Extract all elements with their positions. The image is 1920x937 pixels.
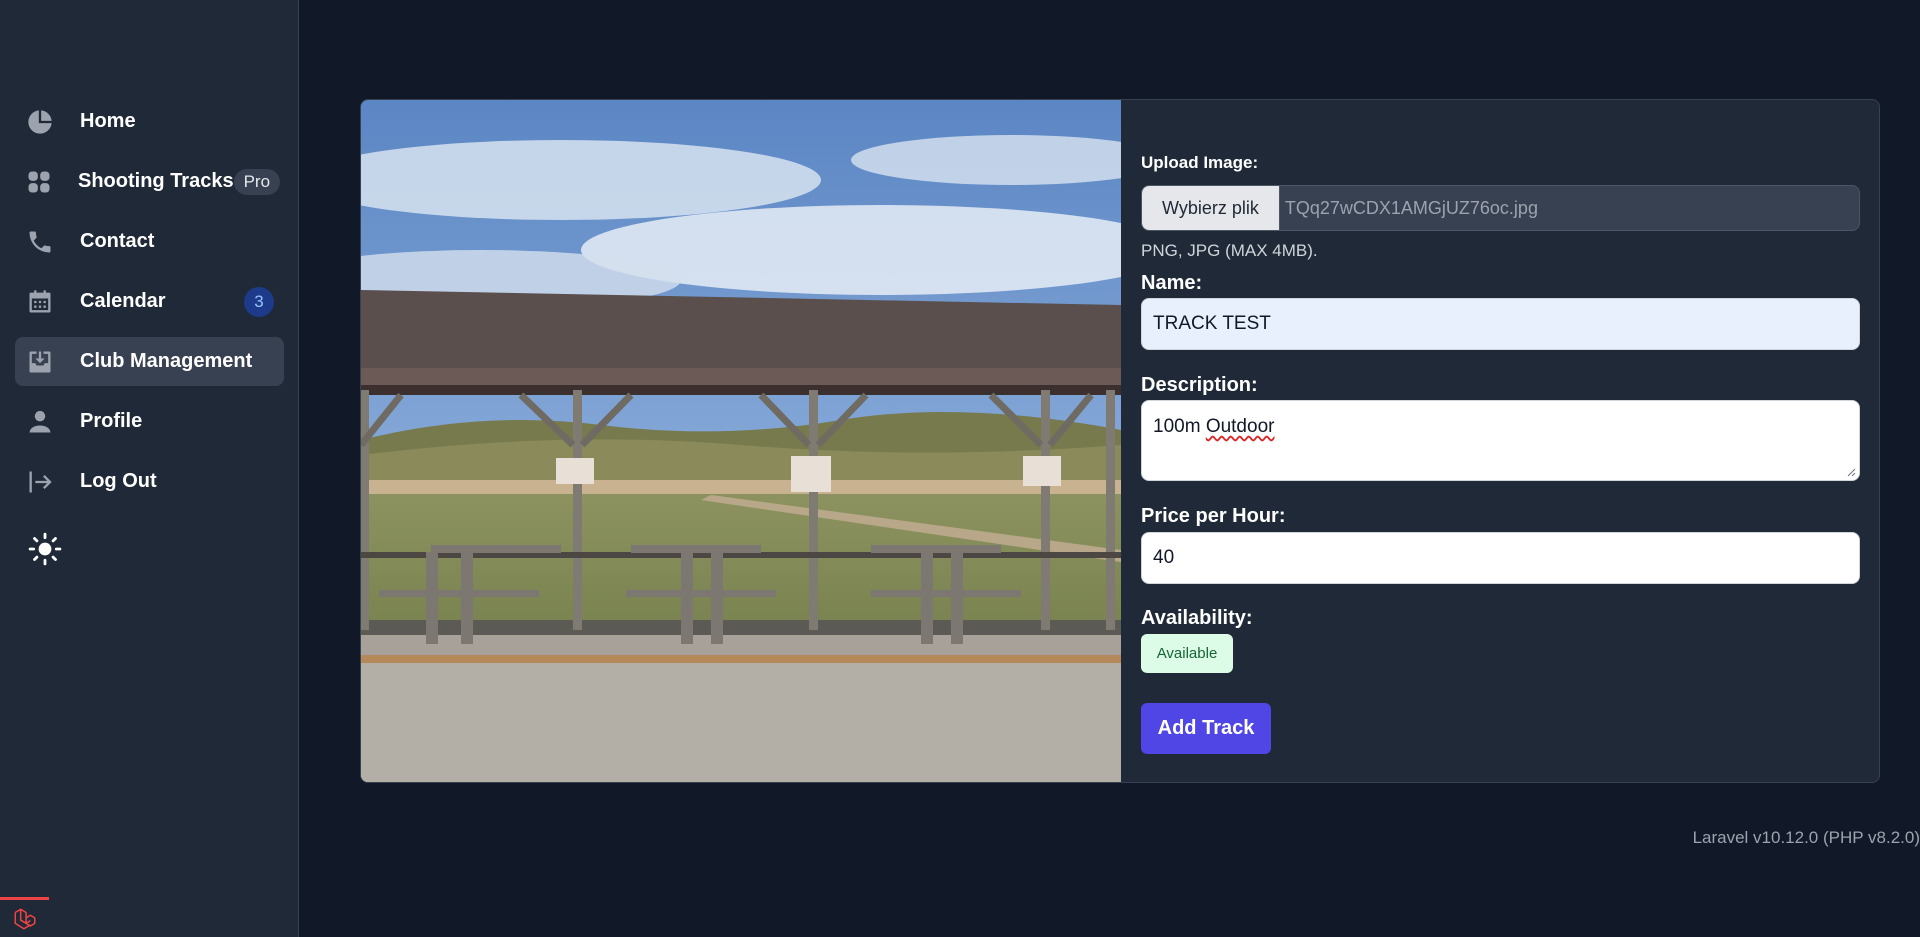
sidebar-item-label: Home <box>80 110 136 132</box>
name-input-value: TRACK TEST <box>1153 313 1271 334</box>
logout-arrow-icon <box>25 467 55 497</box>
price-input-value: 40 <box>1153 547 1175 568</box>
description-value: 100m Outdoor <box>1153 416 1275 437</box>
sidebar-item-label: Calendar <box>80 290 166 312</box>
sidebar-item-contact[interactable]: Contact <box>15 217 284 266</box>
description-label: Description: <box>1141 374 1258 396</box>
user-icon <box>25 407 55 437</box>
sidebar-item-label: Shooting Tracks <box>78 170 234 192</box>
theme-toggle-button[interactable] <box>28 532 62 566</box>
availability-label: Availability: <box>1141 607 1253 629</box>
price-input[interactable]: 40 <box>1141 532 1860 584</box>
selected-file-name: TQq27wCDX1AMGjUZ76oc.jpg <box>1284 197 1538 218</box>
framework-version: Laravel v10.12.0 (PHP v8.2.0) <box>1692 828 1920 847</box>
sidebar-item-shooting-tracks[interactable]: Shooting Tracks Pro <box>15 157 284 206</box>
description-textarea[interactable]: 100m Outdoor <box>1141 400 1860 481</box>
name-label: Name: <box>1141 272 1203 294</box>
sun-icon <box>28 532 62 566</box>
add-track-button[interactable]: Add Track <box>1141 703 1271 754</box>
sidebar-item-label: Profile <box>80 410 143 432</box>
name-input[interactable]: TRACK TEST <box>1141 298 1860 350</box>
pie-chart-icon <box>25 107 55 137</box>
track-form-card: Upload Image: Wybierz plik TQq27wCDX1AMG… <box>360 99 1880 783</box>
pro-badge: Pro <box>233 168 281 195</box>
upload-image-label: Upload Image: <box>1141 153 1259 172</box>
notification-count-badge: 3 <box>244 286 274 317</box>
calendar-icon <box>25 287 55 317</box>
sidebar: Home Shooting Tracks Pro Contact Calenda… <box>0 0 299 937</box>
price-label: Price per Hour: <box>1141 505 1286 527</box>
sidebar-item-label: Contact <box>80 230 155 252</box>
resize-handle-icon[interactable] <box>1846 467 1856 477</box>
grid-icon <box>25 167 53 197</box>
image-file-input[interactable]: Wybierz plik TQq27wCDX1AMGjUZ76oc.jpg <box>1141 185 1860 231</box>
laravel-logo[interactable] <box>0 897 49 937</box>
sidebar-item-logout[interactable]: Log Out <box>15 457 284 506</box>
choose-file-button[interactable]: Wybierz plik <box>1142 186 1280 230</box>
sidebar-nav: Home Shooting Tracks Pro Contact Calenda… <box>15 97 284 517</box>
sidebar-item-home[interactable]: Home <box>15 97 284 146</box>
file-format-hint: PNG, JPG (MAX 4MB). <box>1141 241 1318 260</box>
spellcheck-flagged-word: Outdoor <box>1205 416 1275 437</box>
sidebar-item-label: Log Out <box>80 470 157 492</box>
sidebar-item-profile[interactable]: Profile <box>15 397 284 446</box>
sidebar-item-club-management[interactable]: Club Management <box>15 337 284 386</box>
track-photo <box>361 100 1121 782</box>
phone-icon <box>25 227 55 257</box>
laravel-icon <box>13 907 36 930</box>
sidebar-item-calendar[interactable]: Calendar 3 <box>15 277 284 326</box>
sidebar-item-label: Club Management <box>80 350 253 372</box>
inbox-download-icon <box>25 347 55 377</box>
availability-toggle[interactable]: Available <box>1141 634 1233 673</box>
